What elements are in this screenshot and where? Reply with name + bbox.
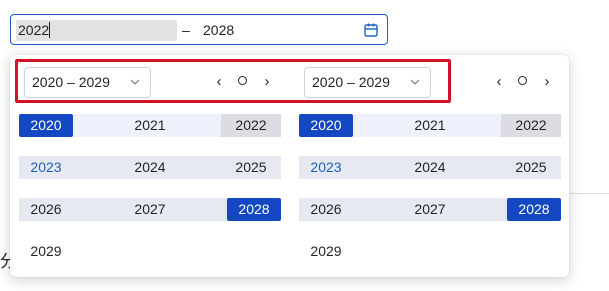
year-cell[interactable]: 2029 <box>299 240 353 263</box>
year-cell[interactable]: 2028 <box>507 198 561 221</box>
next-decade-button[interactable]: › <box>540 74 554 90</box>
year-cell[interactable]: 2021 <box>123 114 177 137</box>
prev-decade-button[interactable]: ‹ <box>492 74 506 90</box>
year-cell[interactable]: 2026 <box>19 198 73 221</box>
year-cell[interactable]: 2026 <box>299 198 353 221</box>
annotation-highlight-box <box>15 59 451 103</box>
year-cell[interactable]: 2024 <box>123 156 177 179</box>
year-cell[interactable]: 2025 <box>501 156 561 179</box>
year-cell[interactable]: 2020 <box>299 114 353 137</box>
date-range-input[interactable]: 2022 – 2028 <box>10 14 388 45</box>
start-year-input[interactable]: 2022 <box>16 20 177 41</box>
today-button[interactable] <box>515 74 529 90</box>
year-cell[interactable]: 2023 <box>299 156 353 179</box>
background-divider <box>570 193 609 194</box>
year-cell[interactable]: 2023 <box>19 156 73 179</box>
year-cell[interactable]: 2028 <box>227 198 281 221</box>
year-cell[interactable]: 2025 <box>221 156 281 179</box>
range-separator: – <box>182 22 190 38</box>
year-cell[interactable]: 2021 <box>403 114 457 137</box>
year-cell[interactable]: 2024 <box>403 156 457 179</box>
year-cell[interactable]: 2022 <box>501 114 561 137</box>
calendar-icon[interactable] <box>363 22 379 38</box>
year-cell[interactable]: 2029 <box>19 240 73 263</box>
year-cell[interactable]: 2027 <box>403 198 457 221</box>
year-cell[interactable]: 2027 <box>123 198 177 221</box>
circle-icon <box>517 76 527 85</box>
year-cell[interactable]: 2022 <box>221 114 281 137</box>
text-cursor <box>49 22 51 38</box>
year-cell[interactable]: 2020 <box>19 114 73 137</box>
end-year-input[interactable]: 2028 <box>203 22 234 38</box>
